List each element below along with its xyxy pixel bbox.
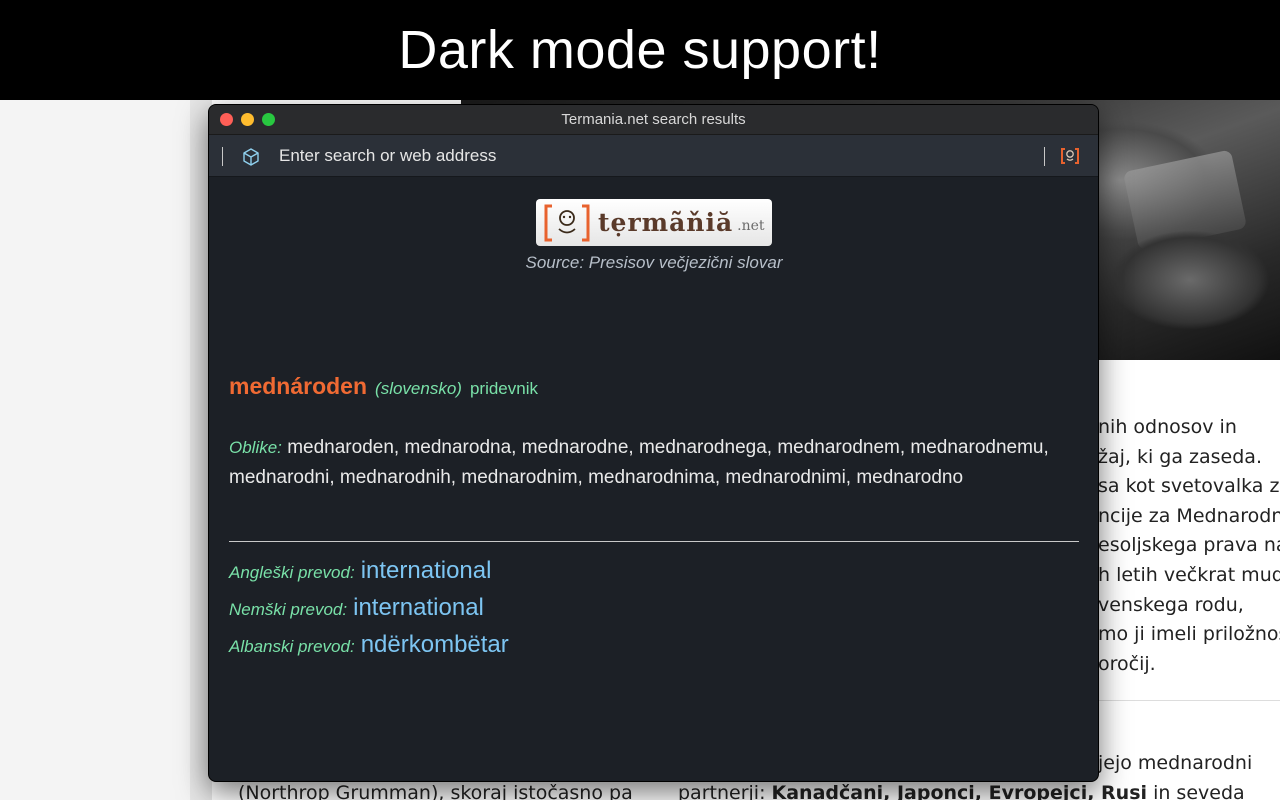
translation-label: Albanski prevod: — [229, 637, 355, 656]
close-button[interactable] — [220, 113, 233, 126]
background-left-panel — [0, 100, 190, 800]
window-title: Termania.net search results — [561, 111, 746, 128]
translation-row: Albanski prevod: ndërkombëtar — [229, 631, 1069, 659]
termania-logo[interactable]: tẹrmãňiă .net — [536, 199, 772, 246]
background-text-line: oročij. — [1098, 652, 1156, 675]
background-text-line: ncije za Mednarodn — [1098, 504, 1280, 527]
zoom-button[interactable] — [262, 113, 275, 126]
entry-language: (slovensko) — [375, 379, 462, 398]
translation-label: Angleški prevod: — [229, 563, 355, 582]
forms-list: mednaroden, mednarodna, mednarodne, medn… — [229, 437, 1049, 488]
toolbar — [209, 135, 1098, 177]
background-divider — [1098, 700, 1280, 701]
toolbar-separator — [222, 147, 223, 166]
background-text-line: mo ji imeli priložnost — [1098, 623, 1280, 646]
minimize-button[interactable] — [241, 113, 254, 126]
section-divider — [229, 541, 1079, 542]
cube-icon[interactable] — [241, 147, 261, 167]
background-text-line: nih odnosov in — [1098, 416, 1237, 438]
window-controls — [220, 113, 275, 126]
background-text-line: esoljskega prava na — [1098, 534, 1280, 557]
termania-icon[interactable] — [1060, 147, 1080, 165]
background-article-text: nih odnosov in žaj, ki ga zaseda. sa kot… — [1098, 413, 1280, 679]
background-text-line: jejo mednarodni — [1098, 752, 1253, 774]
title-bar[interactable]: Termania.net search results — [209, 105, 1098, 135]
source-line: Source: Presisov večjezični slovar — [525, 253, 783, 272]
background-text-line: h letih večkrat mudi — [1098, 563, 1280, 586]
translation-row: Angleški prevod: international — [229, 557, 1069, 585]
address-input[interactable] — [279, 146, 1019, 166]
results-content: tẹrmãňiă .net Source: Presisov večjezičn… — [209, 177, 1098, 781]
banner-text: Dark mode support! — [398, 20, 882, 80]
background-text-line: (Northrop Grumman), skoraj istočasno pa — [238, 782, 633, 800]
background-text-line: žaj, ki ga zaseda. — [1098, 445, 1262, 468]
part-of-speech: pridevnik — [469, 379, 538, 398]
background-text-line: venskega rodu, — [1098, 593, 1244, 616]
translation-link[interactable]: ndërkombëtar — [361, 631, 509, 659]
logo-suffix: .net — [737, 217, 765, 234]
promo-banner: Dark mode support! — [0, 0, 1280, 100]
background-text-line: partnerji: Kanadčani, Japonci, Evropejci… — [678, 782, 1245, 800]
word-forms: Oblike: mednaroden, mednarodna, mednarod… — [229, 433, 1059, 492]
translation-label: Nemški prevod: — [229, 600, 348, 619]
translation-link[interactable]: international — [353, 594, 484, 622]
logo-wordmark: tẹrmãňiă — [598, 208, 734, 237]
entry-header: mednároden (slovensko) pridevnik — [229, 373, 538, 400]
forms-label: Oblike: — [229, 438, 282, 457]
headword: mednároden — [229, 373, 368, 399]
logo-face-icon — [544, 204, 590, 241]
translation-link[interactable]: international — [361, 557, 492, 585]
search-results-window: Termania.net search results tẹrmãňiă — [208, 104, 1099, 782]
translation-row: Nemški prevod: international — [229, 594, 1069, 622]
toolbar-separator — [1044, 147, 1045, 166]
background-text-line: sa kot svetovalka za — [1098, 475, 1280, 498]
